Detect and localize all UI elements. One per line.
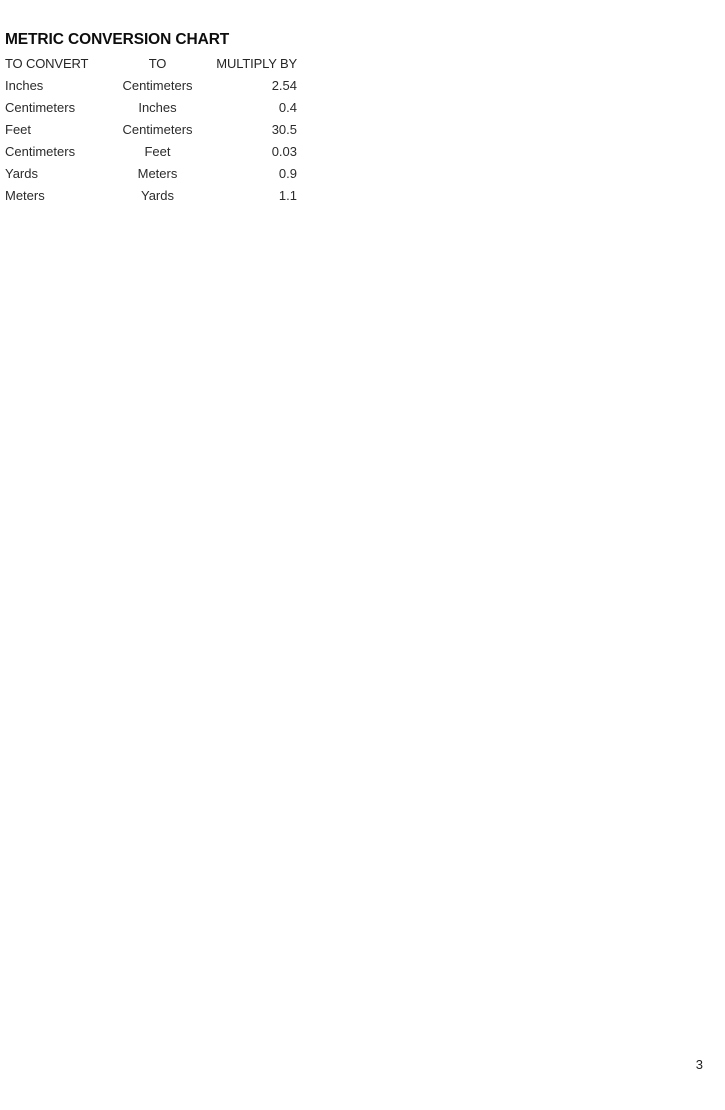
column-header-multiply-by: MULTIPLY BY: [216, 56, 297, 71]
page-title: METRIC CONVERSION CHART: [5, 31, 230, 48]
cell-convert-from: Yards: [5, 166, 38, 181]
cell-multiplier: 0.4: [278, 100, 297, 115]
cell-multiplier: 30.5: [271, 122, 297, 137]
table-body: Inches Centimeters 2.54 Centimeters Inch…: [5, 75, 297, 207]
cell-convert-to: Centimeters: [122, 122, 193, 137]
cell-convert-from: Centimeters: [5, 100, 76, 115]
metric-conversion-chart: METRIC CONVERSION CHART TO CONVERT TO MU…: [5, 30, 297, 207]
cell-convert-from: Inches: [5, 78, 44, 93]
table-row: Meters Yards 1.1: [5, 185, 297, 207]
cell-multiplier: 2.54: [271, 78, 297, 93]
cell-convert-to: Feet: [144, 144, 171, 159]
cell-convert-from: Meters: [5, 188, 45, 203]
cell-multiplier: 1.1: [278, 188, 297, 203]
column-header-to: TO: [148, 56, 167, 71]
cell-convert-to: Yards: [141, 188, 174, 203]
table-row: Inches Centimeters 2.54: [5, 75, 297, 97]
cell-multiplier: 0.03: [271, 144, 297, 159]
cell-convert-from: Feet: [5, 122, 32, 137]
cell-convert-to: Inches: [138, 100, 177, 115]
table-row: Centimeters Inches 0.4: [5, 97, 297, 119]
table-row: Feet Centimeters 30.5: [5, 119, 297, 141]
cell-multiplier: 0.9: [278, 166, 297, 181]
cell-convert-to: Meters: [137, 166, 178, 181]
cell-convert-from: Centimeters: [5, 144, 76, 159]
table-row: Yards Meters 0.9: [5, 163, 297, 185]
column-header-to-convert: TO CONVERT: [5, 56, 89, 71]
table-header-row: TO CONVERT TO MULTIPLY BY: [5, 53, 297, 75]
table-header: TO CONVERT TO MULTIPLY BY: [5, 53, 297, 75]
conversion-table: TO CONVERT TO MULTIPLY BY Inches Centime…: [5, 53, 297, 207]
cell-convert-to: Centimeters: [122, 78, 193, 93]
table-row: Centimeters Feet 0.03: [5, 141, 297, 163]
page-number: 3: [695, 1057, 703, 1072]
document-page: METRIC CONVERSION CHART TO CONVERT TO MU…: [0, 0, 725, 1110]
